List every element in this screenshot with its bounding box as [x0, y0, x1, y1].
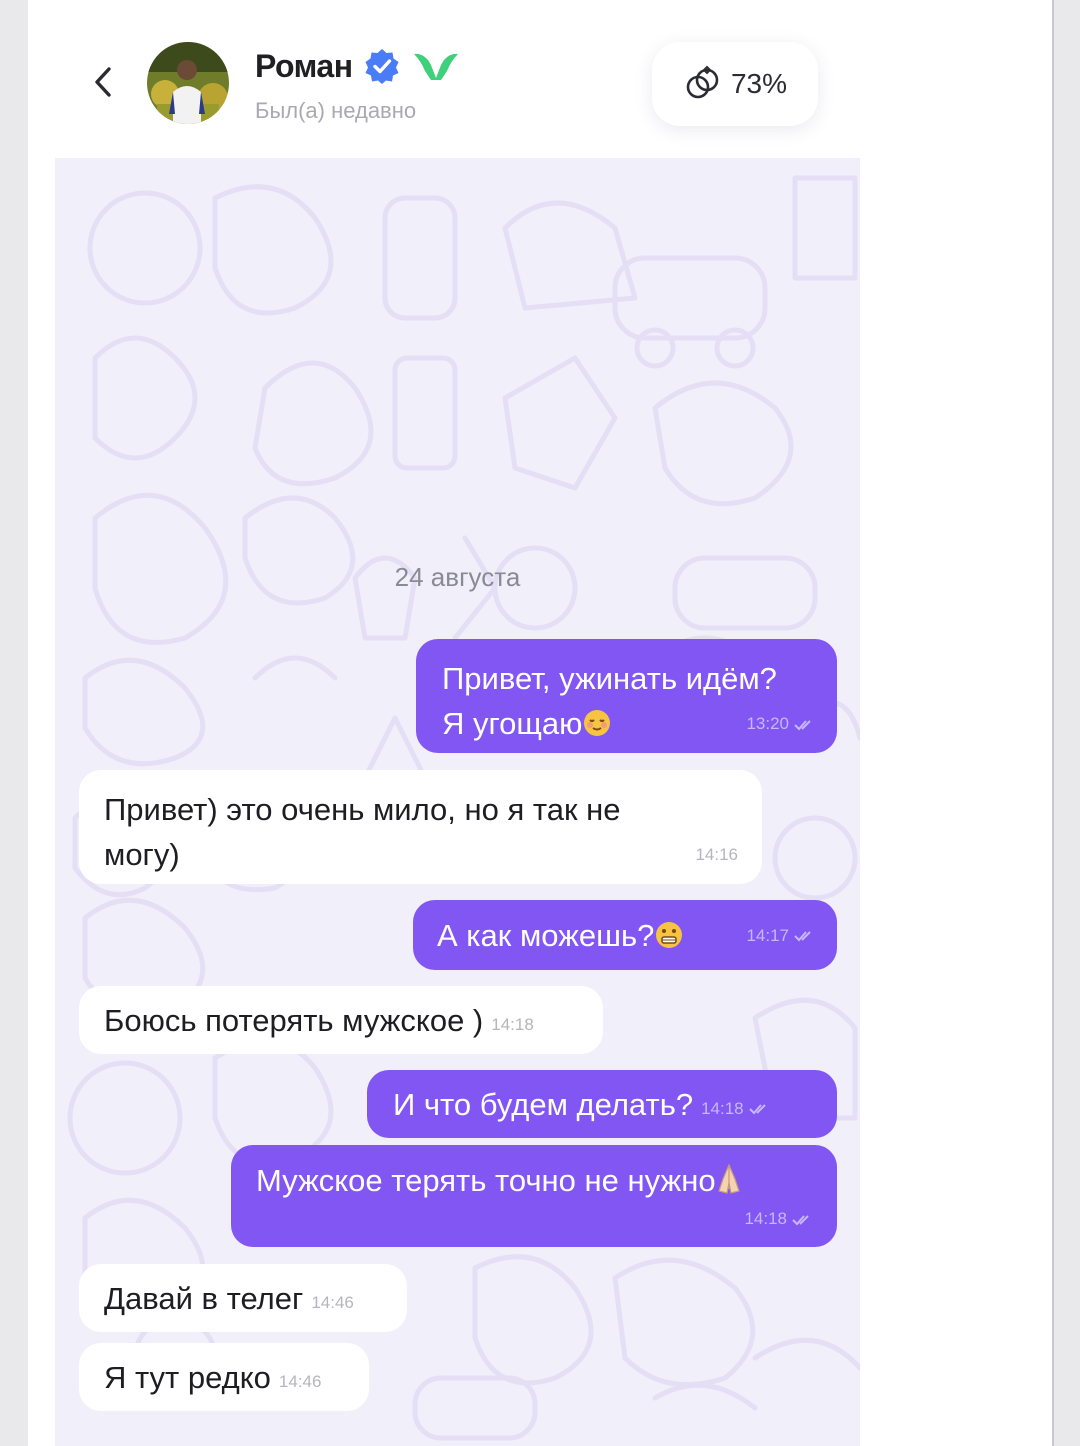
message-incoming[interactable]: Привет) это очень мило, но я так не могу… — [79, 770, 762, 884]
message-outgoing[interactable]: Привет, ужинать идём? Я угощаю 13:20 — [416, 639, 837, 753]
avatar[interactable] — [147, 42, 229, 124]
contact-name-row[interactable]: Роман — [255, 44, 461, 88]
message-time: 14:46 — [311, 1292, 354, 1312]
read-tick-icon — [794, 719, 811, 730]
back-button[interactable] — [85, 62, 121, 102]
message-outgoing[interactable]: А как можешь? 14:17 — [413, 900, 837, 970]
message-incoming[interactable]: Я тут редко 14:46 — [79, 1343, 369, 1411]
grimacing-face-emoji — [656, 921, 683, 948]
message-text-line: Мужское терять точно не нужно — [256, 1158, 811, 1203]
chat-area[interactable]: 24 августа Привет, ужинать идём? Я угоща… — [55, 158, 860, 1446]
read-tick-icon — [792, 1214, 809, 1225]
message-time: 14:46 — [278, 1371, 322, 1391]
verified-badge-icon — [365, 49, 399, 84]
read-tick-icon — [794, 931, 811, 942]
relieved-face-emoji — [584, 710, 611, 736]
message-time: 14:18 — [744, 1209, 811, 1228]
message-time: 14:18 — [701, 1078, 768, 1131]
message-text-line: Я тут редко — [104, 1359, 271, 1395]
back-arrow-icon — [95, 67, 111, 97]
message-incoming[interactable]: Боюсь потерять мужское ) 14:18 — [79, 986, 603, 1054]
match-score-value: 73% — [730, 68, 788, 99]
rings-icon — [686, 65, 719, 99]
message-text-line: Я угощаю — [442, 701, 612, 746]
message-text-line: Привет, ужинать идём? — [442, 661, 777, 696]
match-score-button[interactable]: 73% — [652, 42, 818, 126]
date-separator: 24 августа — [394, 562, 521, 592]
message-time: 14:16 — [695, 845, 738, 864]
chat-header: Роман Был(а) недавно 73% — [55, 0, 860, 158]
message-text-line: могу) — [104, 837, 180, 872]
message-outgoing[interactable]: И что будем делать? 14:18 — [367, 1070, 837, 1138]
message-time: 14:17 — [746, 913, 813, 958]
message-text-line: Боюсь потерять мужское ) — [104, 1002, 484, 1038]
message-text-line: Привет) это очень мило, но я так не — [104, 792, 621, 827]
contact-name: Роман — [255, 47, 353, 84]
avatar-photo — [147, 42, 229, 124]
message-text-line: А как можешь? — [437, 913, 684, 958]
message-incoming[interactable]: Давай в телег 14:46 — [79, 1264, 407, 1332]
read-tick-icon — [748, 1104, 766, 1115]
message-text-line: И что будем делать? — [393, 1086, 694, 1122]
message-text-line: Давай в телег — [104, 1280, 304, 1316]
chat-screen: Роман Был(а) недавно 73% 24 августа Прив… — [55, 0, 860, 1446]
page-border — [1052, 0, 1054, 1446]
message-outgoing[interactable]: Мужское терять точно не нужно 14:18 — [231, 1145, 837, 1247]
brand-logo-icon — [413, 53, 458, 80]
folded-hands-emoji — [717, 1163, 740, 1194]
message-time: 13:20 — [746, 701, 813, 746]
message-time: 14:18 — [491, 1014, 534, 1034]
contact-status: Был(а) недавно — [255, 98, 417, 123]
